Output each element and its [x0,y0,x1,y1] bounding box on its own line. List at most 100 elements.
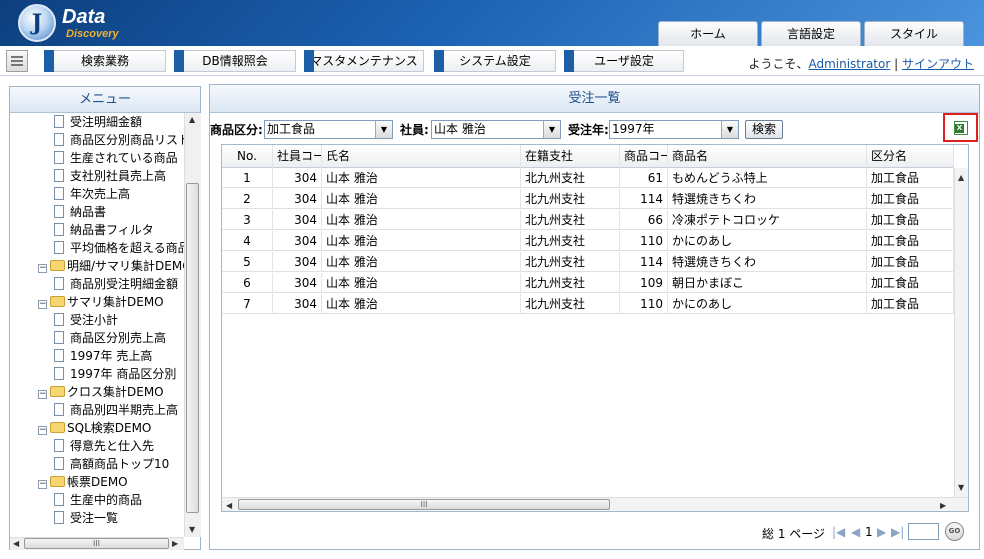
scroll-down-icon[interactable]: ▼ [189,525,195,535]
menu-toggle-icon[interactable] [6,50,28,72]
table-row[interactable]: 5 304 山本 雅治 北九州支社 114 特選焼きちくわ 加工食品 [222,252,954,272]
column-header[interactable]: 氏名 [322,145,521,168]
tree-item[interactable]: 受注小計 [54,311,118,329]
category-select[interactable]: 加工食品 ▼ [264,120,393,139]
tree-item[interactable]: 1997年 商品区分別 [54,365,176,383]
nav-search-business[interactable]: 検索業務 [44,50,166,72]
table-cell: 加工食品 [867,168,954,188]
column-header[interactable]: No. [222,145,273,168]
tree-item[interactable]: 平均価格を超える商品 [54,239,184,257]
scroll-up-icon[interactable]: ▲ [958,173,964,183]
tree-item[interactable]: 生産されている商品 [54,149,178,167]
tree-item[interactable]: 納品書 [54,203,106,221]
collapse-icon[interactable]: − [38,300,47,309]
column-header[interactable]: 区分名 [867,145,954,168]
scroll-down-icon[interactable]: ▼ [958,483,964,493]
tree-item[interactable]: 1997年 売上高 [54,347,152,365]
nav-user-settings[interactable]: ユーザ設定 [564,50,684,72]
table-cell: 北九州支社 [521,273,620,293]
scroll-left-icon[interactable]: ◀ [13,539,19,549]
chevron-down-icon[interactable]: ▼ [543,121,560,138]
nav-db-info[interactable]: DB情報照会 [174,50,296,72]
sign-out-link[interactable]: サインアウト [902,57,974,71]
collapse-icon[interactable]: − [38,264,47,273]
tree-item[interactable]: 商品別四半期売上高 [54,401,178,419]
tree-item[interactable]: 生産中的商品 [54,491,142,509]
tree-folder[interactable]: − サマリ集計DEMO [38,293,164,311]
table-cell: 加工食品 [867,294,954,314]
page-number-input[interactable] [908,523,939,540]
first-page-icon[interactable]: |◀ [832,525,845,539]
page-total: 総 1 ページ [762,527,826,541]
excel-export-icon[interactable]: X [954,121,968,135]
tree-item[interactable]: 商品区分別商品リスト [54,131,184,149]
table-row[interactable]: 2 304 山本 雅治 北九州支社 114 特選焼きちくわ 加工食品 [222,189,954,209]
table-cell: 北九州支社 [521,294,620,314]
tree-item[interactable]: 得意先と仕入先 [54,437,154,455]
table-row[interactable]: 7 304 山本 雅治 北九州支社 110 かにのあし 加工食品 [222,294,954,314]
column-header[interactable]: 商品コー [620,145,668,168]
document-icon [54,241,64,254]
employee-select[interactable]: 山本 雅治 ▼ [431,120,561,139]
tab-language[interactable]: 言語設定 [761,21,861,46]
scroll-right-icon[interactable]: ▶ [940,501,946,511]
next-page-icon[interactable]: ▶ [877,525,886,539]
document-icon [54,349,64,362]
tree-item[interactable]: 受注一覧 [54,509,118,527]
tree-item[interactable]: 納品書フィルタ [54,221,154,239]
user-link[interactable]: Administrator [808,57,890,71]
tree-item[interactable]: 商品別受注明細金額 [54,275,178,293]
tree-folder[interactable]: − SQL検索DEMO [38,419,151,437]
year-select[interactable]: 1997年 ▼ [609,120,739,139]
search-button[interactable]: 検索 [745,120,783,139]
pager: 総 1 ページ |◀ ◀ 1 ▶ ▶| GO [758,521,973,543]
table-cell: 66 [620,210,668,230]
grid-vertical-scrollbar[interactable] [954,168,968,498]
column-header[interactable]: 商品名 [668,145,867,168]
sidebar-hscroll-thumb[interactable]: III [24,538,169,549]
column-header[interactable]: 在籍支社 [521,145,620,168]
chevron-down-icon[interactable]: ▼ [721,121,738,138]
scroll-up-icon[interactable]: ▲ [189,115,195,125]
excel-export-button[interactable]: X [943,113,978,142]
column-header[interactable]: 社員コー [273,145,322,168]
tree-item[interactable]: 高額商品トップ10 [54,455,169,473]
table-cell: 特選焼きちくわ [668,189,867,209]
table-row[interactable]: 6 304 山本 雅治 北九州支社 109 朝日かまぼこ 加工食品 [222,273,954,293]
tree-item-label: 受注明細金額 [70,115,143,129]
nav-master-maintenance[interactable]: マスタメンテナンス [304,50,424,72]
nav-label: マスタメンテナンス [310,54,418,68]
folder-icon [50,296,65,307]
go-button[interactable]: GO [945,522,964,541]
tree-folder[interactable]: − 明細/サマリ集計DEMO [38,257,184,275]
grid-hscroll-thumb[interactable]: III [238,499,610,510]
nav-system-settings[interactable]: システム設定 [434,50,556,72]
collapse-icon[interactable]: − [38,390,47,399]
tree-item[interactable]: 年次売上高 [54,185,130,203]
chevron-down-icon[interactable]: ▼ [375,121,392,138]
tree-item[interactable]: 受注明細金額 [54,113,142,131]
table-row[interactable]: 4 304 山本 雅治 北九州支社 110 かにのあし 加工食品 [222,231,954,251]
table-cell: 114 [620,252,668,272]
tab-home[interactable]: ホーム [658,21,758,46]
scroll-left-icon[interactable]: ◀ [226,501,232,511]
employee-value: 山本 雅治 [434,122,486,136]
nav-bar: 検索業務 DB情報照会 マスタメンテナンス システム設定 ユーザ設定 ようこそ、… [0,46,984,76]
collapse-icon[interactable]: − [38,480,47,489]
tree-item[interactable]: 支社別社員売上高 [54,167,166,185]
tree-folder[interactable]: − 帳票DEMO [38,473,128,491]
table-row[interactable]: 3 304 山本 雅治 北九州支社 66 冷凍ポテトコロッケ 加工食品 [222,210,954,230]
collapse-icon[interactable]: − [38,426,47,435]
sidebar-scroll-thumb[interactable] [186,183,199,513]
prev-page-icon[interactable]: ◀ [851,525,860,539]
sidebar-title: メニュー [10,87,200,113]
last-page-icon[interactable]: ▶| [891,525,904,539]
tree-item[interactable]: 商品区分別売上高 [54,329,166,347]
table-cell: 304 [273,273,322,293]
scroll-right-icon[interactable]: ▶ [172,539,178,549]
document-icon [54,133,64,146]
tree-folder[interactable]: − クロス集計DEMO [38,383,164,401]
tab-style[interactable]: スタイル [864,21,964,46]
document-icon [54,439,64,452]
table-row[interactable]: 1 304 山本 雅治 北九州支社 61 もめんどうふ特上 加工食品 [222,168,954,188]
